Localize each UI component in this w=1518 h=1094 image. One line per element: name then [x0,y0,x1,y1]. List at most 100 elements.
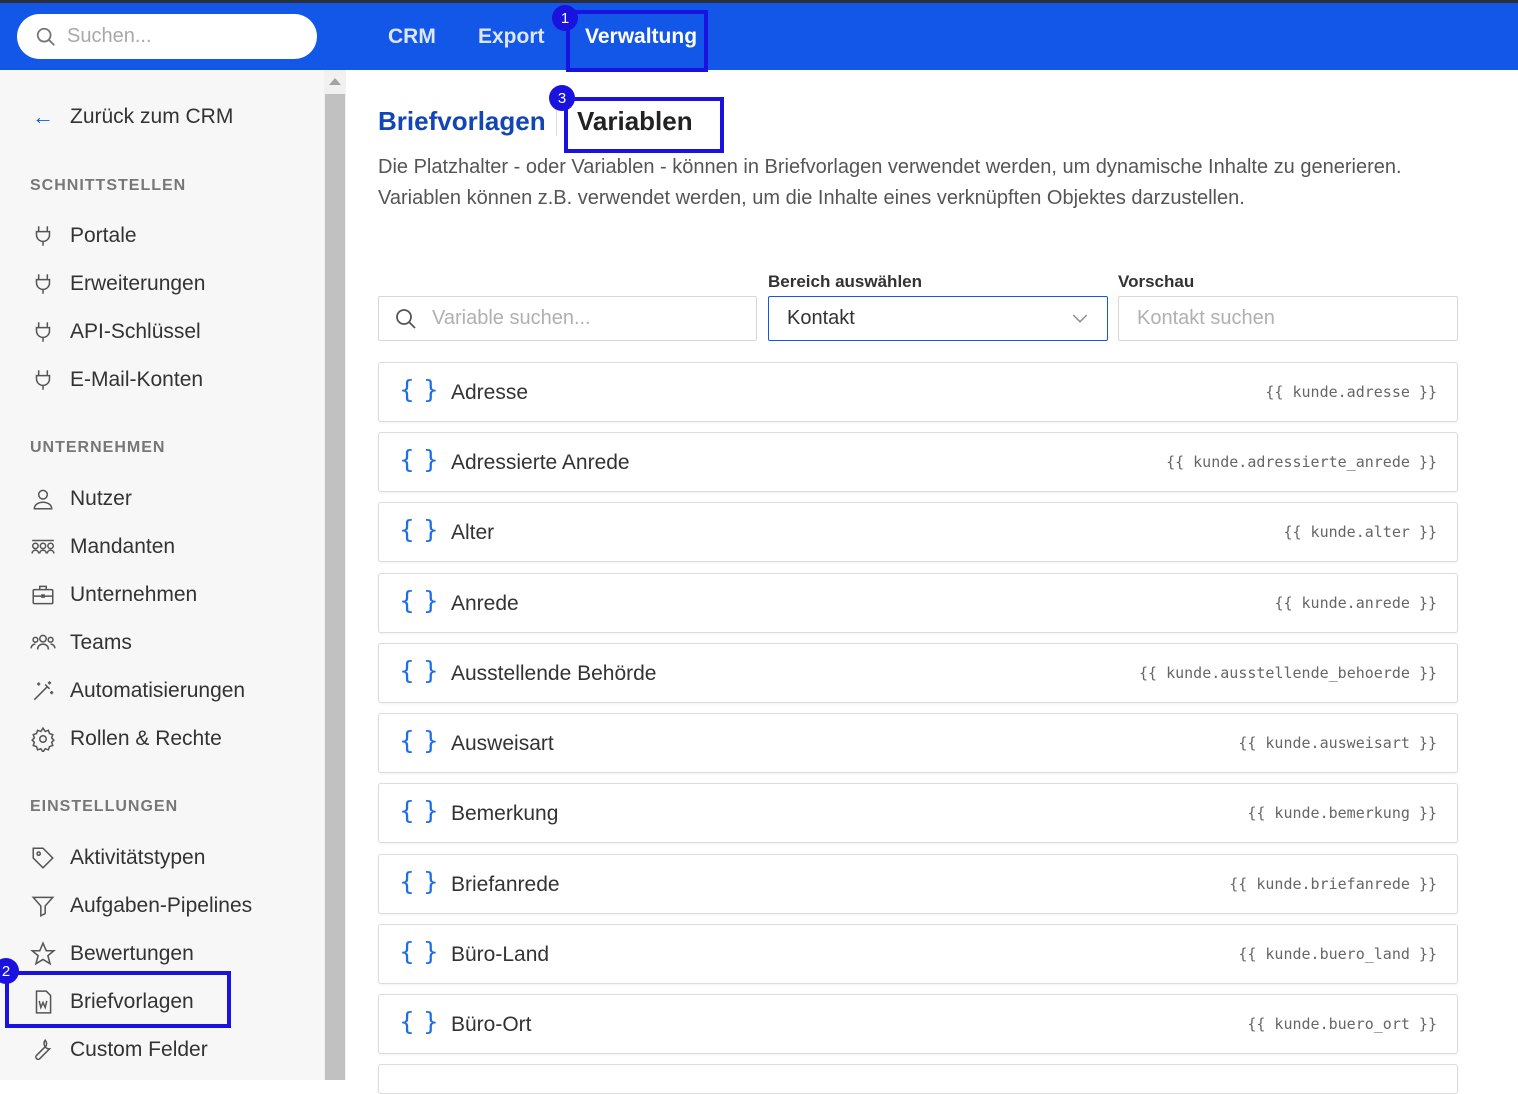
sidebar-item-mandanten[interactable]: Mandanten [30,530,175,564]
variable-name: Adresse [451,381,529,404]
nav-export[interactable]: Export [478,25,545,49]
bereich-select[interactable]: Kontakt [768,296,1108,341]
plug-icon [30,271,70,297]
variable-row[interactable]: { } Adressierte Anrede {{ kunde.adressie… [378,432,1458,492]
variable-code: {{ kunde.adresse }} [1265,383,1437,401]
sidebar-item-unternehmen[interactable]: Unternehmen [30,578,197,612]
tag-icon [30,845,70,871]
page-description: Die Platzhalter - oder Variablen - könne… [378,156,1402,209]
variable-name: Anrede [451,592,519,615]
sidebar-item-nutzer[interactable]: Nutzer [30,482,132,516]
tab-divider [556,108,557,136]
sidebar-item-label: Automatisierungen [70,679,246,702]
sidebar-item-label: Erweiterungen [70,272,206,295]
nav-crm[interactable]: CRM [388,25,436,49]
variable-row[interactable]: { } Bemerkung {{ kunde.bemerkung }} [378,783,1458,843]
sidebar-item-label: Custom Felder [70,1038,208,1061]
variable-code: {{ kunde.bemerkung }} [1247,804,1437,822]
curly-braces-icon: { } [399,445,439,474]
team-icon [30,630,70,656]
variable-search-input[interactable] [432,307,732,330]
variable-name: Büro-Land [451,943,550,966]
sidebar-item-label: API-Schlüssel [70,320,201,343]
curly-braces-icon: { } [399,867,439,896]
sidebar-item-bewertungen[interactable]: Bewertungen [30,937,194,971]
variable-code: {{ kunde.ausstellende_behoerde }} [1138,664,1437,682]
briefcase-icon [30,582,70,608]
variable-row[interactable]: { } Anrede {{ kunde.anrede }} [378,573,1458,633]
sidebar-item-label: Unternehmen [70,583,198,606]
variable-code: {{ kunde.buero_ort }} [1247,1015,1437,1033]
back-to-crm-link[interactable]: ← Zurück zum CRM [32,104,233,130]
sidebar-item-custom-felder[interactable]: Custom Felder [30,1033,208,1067]
star-icon [30,941,70,967]
variable-name: Ausstellende Behörde [451,662,657,685]
magic-wand-icon [30,678,70,704]
variable-row[interactable]: { } Ausstellende Behörde {{ kunde.ausste… [378,643,1458,703]
curly-braces-icon: { } [399,586,439,615]
group-icon [30,534,70,560]
scroll-up-arrow-icon[interactable] [329,78,341,85]
variable-row[interactable]: { } Alter {{ kunde.alter }} [378,502,1458,562]
vorschau-contact-search-input[interactable] [1137,307,1437,330]
sidebar-item-erweiterungen[interactable]: Erweiterungen [30,267,205,301]
search-icon [396,308,416,329]
variable-name: Briefanrede [451,873,560,896]
global-search[interactable] [17,14,317,59]
sidebar-item-email-konten[interactable]: E-Mail-Konten [30,363,203,397]
variable-row[interactable]: { } Briefanrede {{ kunde.briefanrede }} [378,854,1458,914]
back-to-crm-label: Zurück zum CRM [70,105,234,128]
curly-braces-icon: { } [399,937,439,966]
bereich-select-value: Kontakt [787,307,855,329]
annotation-box-briefvorlagen [5,971,231,1028]
section-einstellungen: EINSTELLUNGEN [30,798,179,815]
section-schnittstellen: SCHNITTSTELLEN [30,177,187,194]
variable-row[interactable]: { } Adresse {{ kunde.adresse }} [378,362,1458,422]
annotation-badge-1: 1 [552,5,578,31]
annotation-box-verwaltung [566,10,708,72]
variable-code: {{ kunde.ausweisart }} [1238,734,1437,752]
variable-row[interactable]: { } Büro-Land {{ kunde.buero_land }} [378,924,1458,984]
arrow-left-icon: ← [32,104,54,129]
bereich-label: Bereich auswählen [768,272,923,291]
variable-name: Adressierte Anrede [451,451,630,474]
tab-briefvorlagen[interactable]: Briefvorlagen [378,106,546,137]
plug-icon [30,319,70,345]
curly-braces-icon: { } [399,796,439,825]
variable-row-partial[interactable] [378,1064,1458,1094]
curly-braces-icon: { } [399,726,439,755]
curly-braces-icon: { } [399,375,439,404]
variable-name: Alter [451,521,495,544]
gear-icon [30,726,70,752]
vorschau-field[interactable] [1118,296,1458,341]
variable-code: {{ kunde.adressierte_anrede }} [1166,453,1437,471]
scrollbar-thumb[interactable] [325,94,345,1080]
variable-search-field[interactable] [378,296,757,341]
variable-row[interactable]: { } Büro-Ort {{ kunde.buero_ort }} [378,994,1458,1054]
sidebar-item-rollen-rechte[interactable]: Rollen & Rechte [30,722,222,756]
sidebar-item-label: Bewertungen [70,942,194,965]
variable-code: {{ kunde.alter }} [1283,523,1437,541]
sidebar-item-teams[interactable]: Teams [30,626,132,660]
sidebar-item-api-schluessel[interactable]: API-Schlüssel [30,315,201,349]
annotation-box-variablen [564,97,724,153]
variable-code: {{ kunde.buero_land }} [1238,945,1437,963]
curly-braces-icon: { } [399,656,439,685]
sidebar-scrollbar[interactable] [324,70,346,1080]
curly-braces-icon: { } [399,515,439,544]
sidebar-item-label: Rollen & Rechte [70,727,222,750]
sidebar-item-label: Nutzer [70,487,132,510]
sidebar-item-label: Portale [70,224,137,247]
variable-row[interactable]: { } Ausweisart {{ kunde.ausweisart }} [378,713,1458,773]
filter-icon [30,893,70,919]
sidebar-item-portale[interactable]: Portale [30,219,137,253]
global-search-input[interactable] [67,25,287,48]
search-icon [36,27,55,46]
variable-name: Bemerkung [451,802,559,825]
plug-icon [30,223,70,249]
sidebar-item-aufgaben-pipelines[interactable]: Aufgaben-Pipelines [30,889,252,923]
sidebar-item-aktivitaetstypen[interactable]: Aktivitätstypen [30,841,205,875]
sidebar-item-automatisierungen[interactable]: Automatisierungen [30,674,245,708]
top-navigation-bar: CRM Export Verwaltung [0,0,1518,70]
curly-braces-icon: { } [399,1007,439,1036]
